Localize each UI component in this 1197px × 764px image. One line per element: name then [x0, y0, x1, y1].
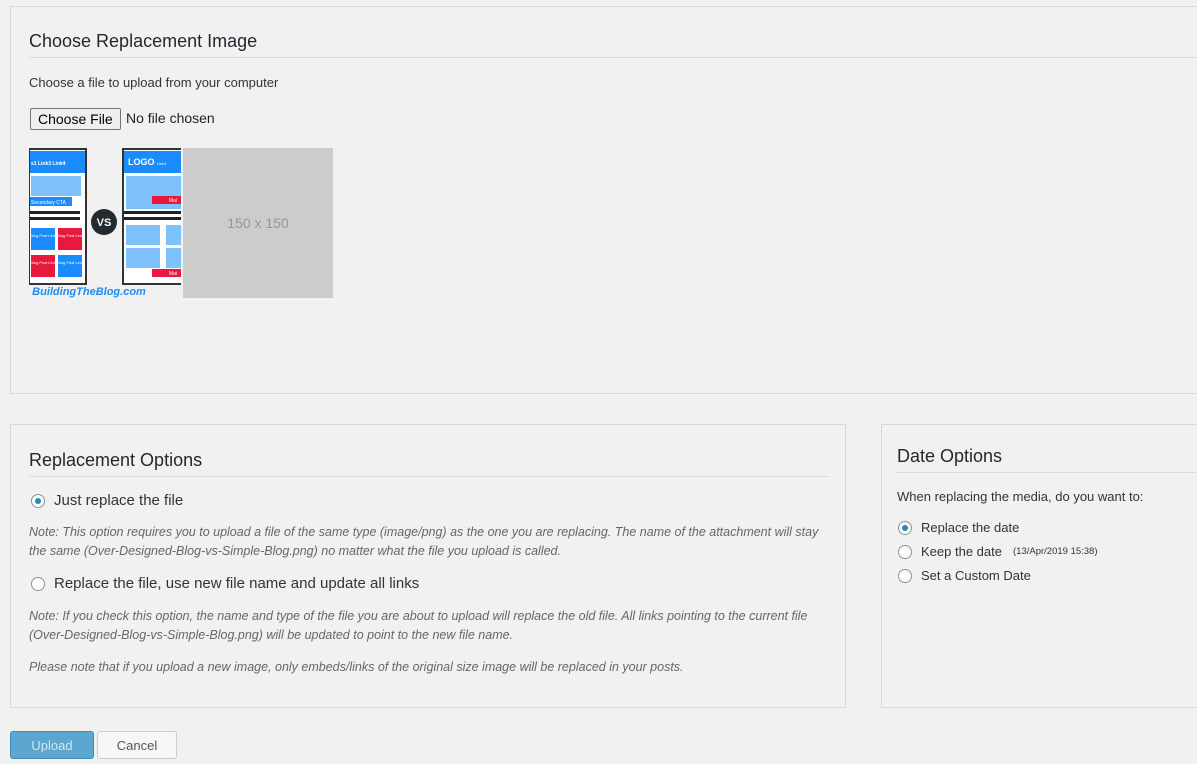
- replace-update-links-radio[interactable]: [31, 577, 45, 591]
- replacement-options-panel: Replacement Options Just replace the fil…: [10, 424, 846, 708]
- replace-update-links-label[interactable]: Replace the file, use new file name and …: [54, 575, 419, 592]
- embed-note: Please note that if you upload a new ima…: [29, 660, 684, 674]
- date-options-title: Date Options: [897, 446, 1197, 473]
- replace-update-links-note: Note: If you check this option, the name…: [29, 609, 808, 642]
- replace-date-radio[interactable]: [898, 521, 912, 535]
- thumb-tile-label: Blog Post Link: [30, 260, 56, 265]
- cancel-button[interactable]: Cancel: [97, 731, 177, 759]
- date-options-panel: Date Options When replacing the media, d…: [881, 424, 1197, 708]
- upload-button[interactable]: Upload: [10, 731, 94, 759]
- thumb-brand: BuildingTheBlog.com: [32, 286, 146, 298]
- choose-file-button[interactable]: Choose File: [30, 108, 121, 130]
- thumb-logo: LOGO: [128, 157, 155, 167]
- replacement-image-panel: Choose Replacement Image Choose a file t…: [10, 6, 1197, 394]
- image-placeholder: 150 x 150: [183, 148, 333, 298]
- thumb-cta: Secondary CTA: [31, 200, 67, 206]
- keep-date-label[interactable]: Keep the date: [921, 544, 1002, 559]
- just-replace-radio[interactable]: [31, 494, 45, 508]
- replacement-image-title: Choose Replacement Image: [29, 31, 1197, 58]
- thumb-nav-left: s1 Link3 Link4: [31, 161, 66, 167]
- current-image-thumbnail: s1 Link3 Link4 Secondary CTA Blog Post L…: [29, 148, 181, 300]
- upload-description: Choose a file to upload from your comput…: [29, 75, 279, 90]
- thumb-tile-label: Blog Post Link: [30, 233, 56, 238]
- replace-date-label[interactable]: Replace the date: [921, 520, 1019, 535]
- custom-date-radio[interactable]: [898, 569, 912, 583]
- date-question: When replacing the media, do you want to…: [897, 489, 1144, 504]
- keep-date-value: (13/Apr/2019 15:38): [1013, 546, 1098, 557]
- custom-date-label[interactable]: Set a Custom Date: [921, 568, 1031, 583]
- thumbnail-graphic: s1 Link3 Link4 Secondary CTA Blog Post L…: [29, 148, 181, 298]
- thumb-tile-label: Blog Post Link: [57, 260, 83, 265]
- replacement-options-title: Replacement Options: [29, 450, 828, 477]
- just-replace-label[interactable]: Just replace the file: [54, 492, 183, 509]
- just-replace-note: Note: This option requires you to upload…: [29, 525, 819, 558]
- thumb-mini-cta-2: Mai: [169, 271, 177, 277]
- keep-date-radio[interactable]: [898, 545, 912, 559]
- thumb-nav-right-link: Link1: [157, 161, 167, 166]
- thumb-vs-badge: VS: [97, 217, 112, 229]
- file-status-text: No file chosen: [126, 110, 215, 126]
- thumb-tile-label: Blog Post Link: [57, 233, 83, 238]
- thumb-mini-cta: Mai: [169, 198, 177, 204]
